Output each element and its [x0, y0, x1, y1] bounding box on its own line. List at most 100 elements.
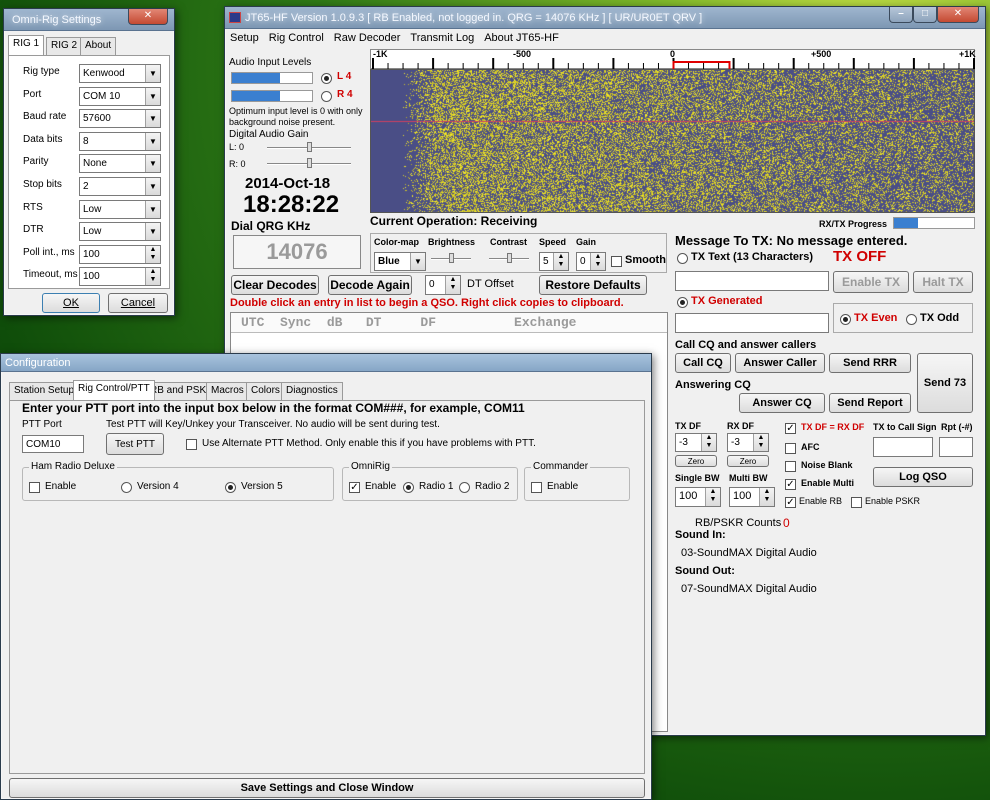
level-r-label: R 4 — [337, 89, 353, 100]
call-cq-button[interactable]: Call CQ — [675, 353, 731, 373]
speed-spinner[interactable]: 5 ▲ ▼ — [539, 252, 569, 271]
send-report-button[interactable]: Send Report — [829, 393, 911, 413]
menu-transmit-log[interactable]: Transmit Log — [410, 29, 474, 47]
omnirig-row-select[interactable]: Kenwood ▼ — [79, 64, 161, 83]
waterfall-display[interactable] — [370, 69, 975, 213]
config-titlebar[interactable]: Configuration — [1, 354, 651, 372]
omnirig-row-label: Poll int., ms — [23, 246, 75, 258]
halt-tx-button[interactable]: Halt TX — [913, 271, 973, 293]
rx-df-spinner[interactable]: -3 ▲ ▼ — [727, 433, 769, 452]
menu-rig-control[interactable]: Rig Control — [269, 29, 324, 47]
omnirig-row-select[interactable]: COM 10 ▼ — [79, 86, 161, 106]
enable-pskr-checkbox[interactable] — [851, 497, 862, 508]
send-rrr-button[interactable]: Send RRR — [829, 353, 911, 373]
cancel-button[interactable]: Cancel — [108, 293, 168, 313]
tab-about[interactable]: About — [80, 37, 117, 55]
single-bw-spinner[interactable]: 100 ▲ ▼ — [675, 487, 721, 507]
contrast-thumb[interactable] — [507, 253, 512, 263]
afc-checkbox[interactable] — [785, 443, 796, 454]
close-icon[interactable]: ✕ — [128, 9, 168, 25]
gain-spinner[interactable]: 0 ▲ ▼ — [576, 252, 606, 271]
omnirig-row-select[interactable]: 8 ▼ — [79, 131, 161, 151]
clear-decodes-button[interactable]: Clear Decodes — [231, 275, 319, 295]
tab-rig-control-ptt[interactable]: Rig Control/PTT — [73, 380, 155, 400]
save-settings-button[interactable]: Save Settings and Close Window — [9, 778, 645, 798]
multi-bw-spinner[interactable]: 100 ▲ ▼ — [729, 487, 775, 507]
enable-multi-checkbox[interactable]: ✓ — [785, 479, 796, 490]
hrd-v5-radio[interactable] — [225, 482, 236, 493]
omnirig-row-value: Low — [83, 226, 102, 238]
restore-defaults-button[interactable]: Restore Defaults — [539, 275, 647, 295]
menu-setup[interactable]: Setup — [230, 29, 259, 47]
rx-df-zero-button[interactable]: Zero — [727, 455, 769, 467]
omnirig-row-select[interactable]: 2 ▼ — [79, 177, 161, 196]
minimize-icon[interactable]: – — [889, 7, 913, 23]
ptt-port-value: COM10 — [26, 439, 61, 450]
omnirig-row-select[interactable]: Low ▼ — [79, 199, 161, 219]
tab-macros[interactable]: Macros — [206, 382, 249, 400]
gain-l-thumb[interactable] — [307, 142, 312, 152]
tab-rig1[interactable]: RIG 1 — [8, 35, 45, 55]
tab-station-setup[interactable]: Station Setup — [9, 382, 80, 400]
omni-radio1-radio[interactable] — [403, 482, 414, 493]
tab-colors[interactable]: Colors — [246, 382, 285, 400]
tx-text-input[interactable] — [675, 271, 829, 291]
tx-odd-radio[interactable] — [906, 314, 917, 325]
omni-enable-checkbox[interactable]: ✓ — [349, 482, 360, 493]
log-qso-button[interactable]: Log QSO — [873, 467, 973, 487]
omnirig-row-spinner[interactable]: 100 ▲ ▼ — [79, 244, 161, 264]
colormap-select[interactable]: Blue ▼ — [374, 252, 426, 271]
level-l-radio[interactable] — [321, 73, 332, 84]
dial-qrg-value[interactable]: 14076 — [233, 235, 361, 269]
noise-blank-checkbox[interactable] — [785, 461, 796, 472]
brightness-thumb[interactable] — [449, 253, 454, 263]
smooth-checkbox[interactable] — [611, 256, 622, 267]
omnirig-row-select[interactable]: None ▼ — [79, 154, 161, 174]
test-ptt-button[interactable]: Test PTT — [106, 433, 164, 455]
colormap-value: Blue — [378, 256, 400, 267]
maximize-icon[interactable]: □ — [913, 7, 937, 23]
omni-enable-label: Enable — [365, 481, 397, 492]
hrd-v4-radio[interactable] — [121, 482, 132, 493]
omnirig-row-value: COM 10 — [83, 90, 121, 102]
menu-about[interactable]: About JT65-HF — [484, 29, 559, 47]
send-73-button[interactable]: Send 73 — [917, 353, 973, 413]
enable-rb-checkbox[interactable]: ✓ — [785, 497, 796, 508]
dt-offset-spinner[interactable]: 0 ▲ ▼ — [425, 275, 461, 295]
hrd-enable-checkbox[interactable] — [29, 482, 40, 493]
tx-generated-label: TX Generated — [691, 295, 763, 307]
rb-counts-label: RB/PSKR Counts — [695, 517, 782, 529]
omnirig-row-spinner[interactable]: 100 ▲ ▼ — [79, 267, 161, 287]
tx-df-value: -3 — [679, 437, 688, 448]
decode-again-button[interactable]: Decode Again — [328, 275, 412, 295]
tx-generated-input[interactable] — [675, 313, 829, 333]
spin-arrows-icon: ▲ ▼ — [759, 488, 774, 506]
level-r-radio[interactable] — [321, 91, 332, 102]
answer-caller-button[interactable]: Answer Caller — [735, 353, 825, 373]
omnirig-row-select[interactable]: 57600 ▼ — [79, 109, 161, 129]
ok-button[interactable]: OK — [42, 293, 100, 313]
tx-df-spinner[interactable]: -3 ▲ ▼ — [675, 433, 717, 452]
omni-radio2-radio[interactable] — [459, 482, 470, 493]
spin-arrows-icon: ▲ ▼ — [701, 434, 716, 451]
tx-even-radio[interactable] — [840, 314, 851, 325]
tx-text-radio[interactable] — [677, 253, 688, 264]
tx-generated-radio[interactable] — [677, 297, 688, 308]
omnirig-titlebar[interactable]: Omni-Rig Settings ✕ — [4, 9, 174, 31]
close-icon[interactable]: ✕ — [937, 7, 979, 23]
ptt-port-input[interactable]: COM10 — [22, 435, 84, 453]
menu-raw-decoder[interactable]: Raw Decoder — [334, 29, 401, 47]
tab-diagnostics[interactable]: Diagnostics — [281, 382, 343, 400]
txdf-eq-rxdf-checkbox[interactable]: ✓ — [785, 423, 796, 434]
enable-tx-button[interactable]: Enable TX — [833, 271, 909, 293]
gain-r-thumb[interactable] — [307, 158, 312, 168]
answer-cq-button[interactable]: Answer CQ — [739, 393, 825, 413]
tx-df-zero-button[interactable]: Zero — [675, 455, 717, 467]
jt65-titlebar[interactable]: JT65-HF Version 1.0.9.3 [ RB Enabled, no… — [225, 7, 985, 29]
omnirig-row-select[interactable]: Low ▼ — [79, 222, 161, 242]
cmd-enable-checkbox[interactable] — [531, 482, 542, 493]
tab-rig2[interactable]: RIG 2 — [46, 37, 83, 55]
rpt-input[interactable] — [939, 437, 973, 457]
tx-to-call-input[interactable] — [873, 437, 933, 457]
alt-ptt-checkbox[interactable] — [186, 439, 197, 450]
